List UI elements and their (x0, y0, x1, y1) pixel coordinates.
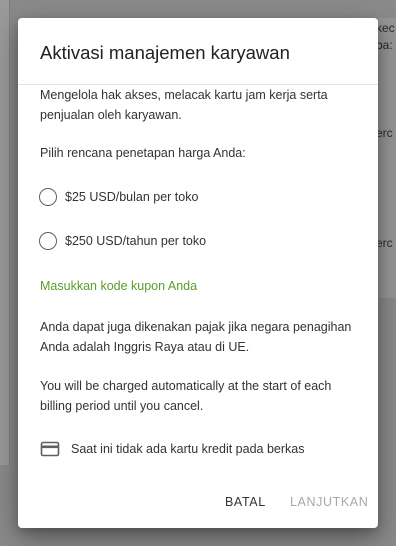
plan-option-yearly[interactable]: $250 USD/tahun per toko (39, 232, 206, 250)
continue-button[interactable]: LANJUTKAN (290, 495, 368, 509)
cancel-button[interactable]: BATAL (225, 495, 266, 509)
charge-note: You will be charged automatically at the… (40, 379, 332, 413)
pricing-prompt: Pilih rencana penetapan harga Anda: (40, 146, 246, 160)
tax-note: Anda dapat juga dikenakan pajak jika neg… (40, 320, 352, 354)
title-divider (18, 84, 378, 85)
dialog-description: Mengelola hak akses, melacak kartu jam k… (40, 88, 328, 122)
dialog-title: Aktivasi manajemen karyawan (40, 42, 290, 63)
card-status-row: Saat ini tidak ada kartu kredit pada ber… (40, 439, 304, 459)
radio-button-monthly[interactable] (39, 188, 57, 206)
plan-option-monthly[interactable]: $25 USD/bulan per toko (39, 188, 198, 206)
credit-card-icon (40, 441, 60, 457)
plan-label-monthly: $25 USD/bulan per toko (65, 190, 199, 204)
card-status-text: Saat ini tidak ada kartu kredit pada ber… (71, 442, 305, 456)
coupon-code-link[interactable]: Masukkan kode kupon Anda (40, 279, 197, 293)
activation-dialog: Aktivasi manajemen karyawan Mengelola ha… (18, 18, 378, 528)
radio-button-yearly[interactable] (39, 232, 57, 250)
plan-label-yearly: $250 USD/tahun per toko (65, 234, 207, 248)
